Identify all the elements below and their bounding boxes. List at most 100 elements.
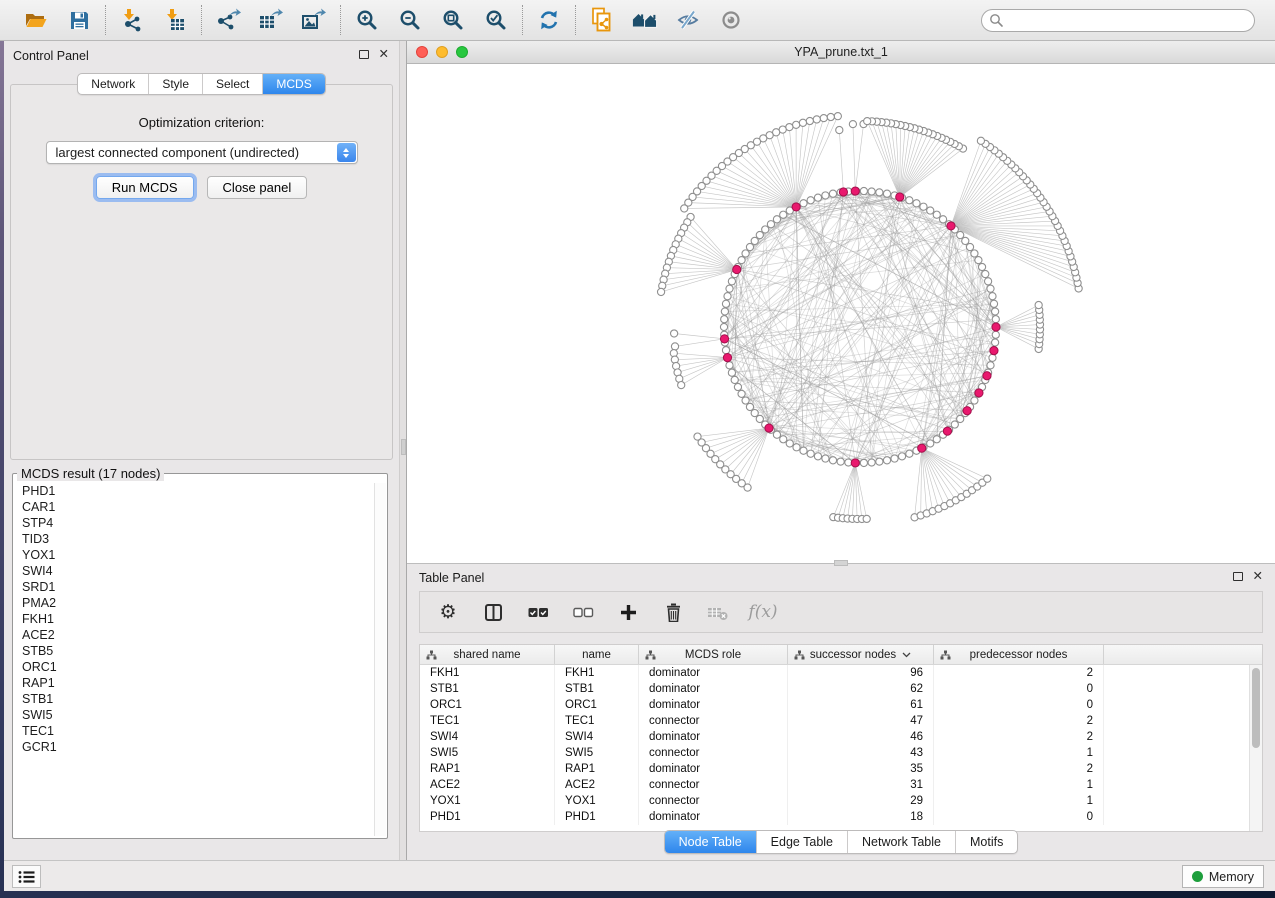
mcds-result-item[interactable]: RAP1 [14, 675, 373, 691]
mcds-result-item[interactable]: CAR1 [14, 499, 373, 515]
network-node[interactable] [744, 484, 751, 491]
network-node[interactable] [742, 397, 749, 404]
network-node[interactable] [728, 278, 735, 285]
table-cell[interactable]: 0 [934, 681, 1104, 697]
table-cell[interactable]: YOX1 [555, 793, 639, 809]
network-node[interactable] [751, 237, 758, 244]
table-cell[interactable]: TEC1 [420, 713, 555, 729]
mcds-hub-node[interactable] [975, 389, 983, 397]
close-panel-button[interactable]: Close panel [207, 176, 308, 199]
table-cell[interactable]: PHD1 [420, 809, 555, 825]
select-all-button[interactable] [526, 600, 550, 624]
table-cell[interactable]: ACE2 [555, 777, 639, 793]
table-cell[interactable]: dominator [639, 681, 788, 697]
network-node[interactable] [992, 308, 999, 315]
network-node[interactable] [681, 205, 688, 212]
network-node[interactable] [992, 316, 999, 323]
network-node[interactable] [722, 347, 729, 354]
network-node[interactable] [849, 121, 856, 128]
export-table-button[interactable] [258, 7, 284, 33]
delete-column-button[interactable] [661, 600, 685, 624]
table-cell[interactable]: 1 [934, 777, 1104, 793]
table-cell[interactable]: 0 [934, 697, 1104, 713]
network-node[interactable] [807, 450, 814, 457]
hide-graphics-button[interactable] [675, 7, 701, 33]
table-cell[interactable]: FKH1 [555, 665, 639, 681]
network-node[interactable] [829, 190, 836, 197]
network-node[interactable] [1035, 301, 1042, 308]
table-cell[interactable]: SWI5 [420, 745, 555, 761]
table-cell[interactable]: connector [639, 777, 788, 793]
table-row[interactable]: ACE2ACE2connector311 [420, 777, 1262, 793]
column-header-successor-nodes[interactable]: successor nodes [788, 645, 934, 664]
mcds-hub-node[interactable] [720, 335, 728, 343]
mcds-result-item[interactable]: GCR1 [14, 739, 373, 755]
table-cell[interactable]: dominator [639, 665, 788, 681]
tab-style[interactable]: Style [148, 74, 202, 94]
column-visibility-button[interactable] [481, 600, 505, 624]
network-node[interactable] [793, 121, 800, 128]
network-node[interactable] [671, 330, 678, 337]
mcds-result-item[interactable]: SRD1 [14, 579, 373, 595]
network-node[interactable] [720, 323, 727, 330]
table-cell[interactable]: 46 [788, 729, 934, 745]
tab-network-table[interactable]: Network Table [847, 831, 955, 853]
table-cell[interactable]: connector [639, 713, 788, 729]
network-node[interactable] [671, 343, 678, 350]
table-row[interactable]: RAP1RAP1dominator352 [420, 761, 1262, 777]
network-node[interactable] [989, 293, 996, 300]
table-cell[interactable]: SWI4 [555, 729, 639, 745]
open-file-button[interactable] [23, 7, 49, 33]
table-cell[interactable]: 2 [934, 729, 1104, 745]
table-cell[interactable]: 1 [934, 745, 1104, 761]
column-header-shared-name[interactable]: shared name [420, 645, 555, 664]
network-node[interactable] [971, 250, 978, 257]
mcds-result-item[interactable]: SWI4 [14, 563, 373, 579]
table-cell[interactable]: connector [639, 793, 788, 809]
network-node[interactable] [883, 457, 890, 464]
float-panel-icon[interactable] [1233, 572, 1243, 581]
network-node[interactable] [814, 194, 821, 201]
network-home-button[interactable] [632, 7, 658, 33]
mcds-result-item[interactable]: FKH1 [14, 611, 373, 627]
float-panel-icon[interactable] [359, 50, 369, 59]
network-node[interactable] [891, 455, 898, 462]
table-cell[interactable]: RAP1 [420, 761, 555, 777]
network-node[interactable] [728, 369, 735, 376]
network-node[interactable] [786, 440, 793, 447]
mcds-hub-node[interactable] [839, 188, 847, 196]
network-node[interactable] [860, 187, 867, 194]
deselect-all-button[interactable] [571, 600, 595, 624]
network-node[interactable] [721, 316, 728, 323]
table-row[interactable]: FKH1FKH1dominator962 [420, 665, 1262, 681]
close-panel-icon[interactable]: ✕ [1253, 568, 1263, 583]
table-cell[interactable]: connector [639, 745, 788, 761]
network-node[interactable] [726, 362, 733, 369]
table-cell[interactable]: 35 [788, 761, 934, 777]
network-node[interactable] [989, 354, 996, 361]
network-node[interactable] [726, 285, 733, 292]
network-node[interactable] [860, 459, 867, 466]
table-cell[interactable]: dominator [639, 697, 788, 713]
table-cell[interactable]: SWI5 [555, 745, 639, 761]
network-node[interactable] [992, 331, 999, 338]
network-node[interactable] [927, 207, 934, 214]
table-cell[interactable]: 47 [788, 713, 934, 729]
column-header-MCDS-role[interactable]: MCDS role [639, 645, 788, 664]
tab-mcds[interactable]: MCDS [262, 74, 324, 94]
import-table-button[interactable] [162, 7, 188, 33]
table-row[interactable]: ORC1ORC1dominator610 [420, 697, 1262, 713]
refresh-view-button[interactable] [536, 7, 562, 33]
network-node[interactable] [957, 415, 964, 422]
zoom-in-button[interactable] [354, 7, 380, 33]
table-cell[interactable]: 2 [934, 665, 1104, 681]
mcds-hub-node[interactable] [792, 203, 800, 211]
network-node[interactable] [977, 137, 984, 144]
network-node[interactable] [834, 113, 841, 120]
network-node[interactable] [827, 113, 834, 120]
network-node[interactable] [678, 381, 685, 388]
table-cell[interactable]: 0 [934, 809, 1104, 825]
tab-edge-table[interactable]: Edge Table [756, 831, 847, 853]
network-node[interactable] [780, 211, 787, 218]
table-scrollbar[interactable] [1249, 665, 1262, 831]
